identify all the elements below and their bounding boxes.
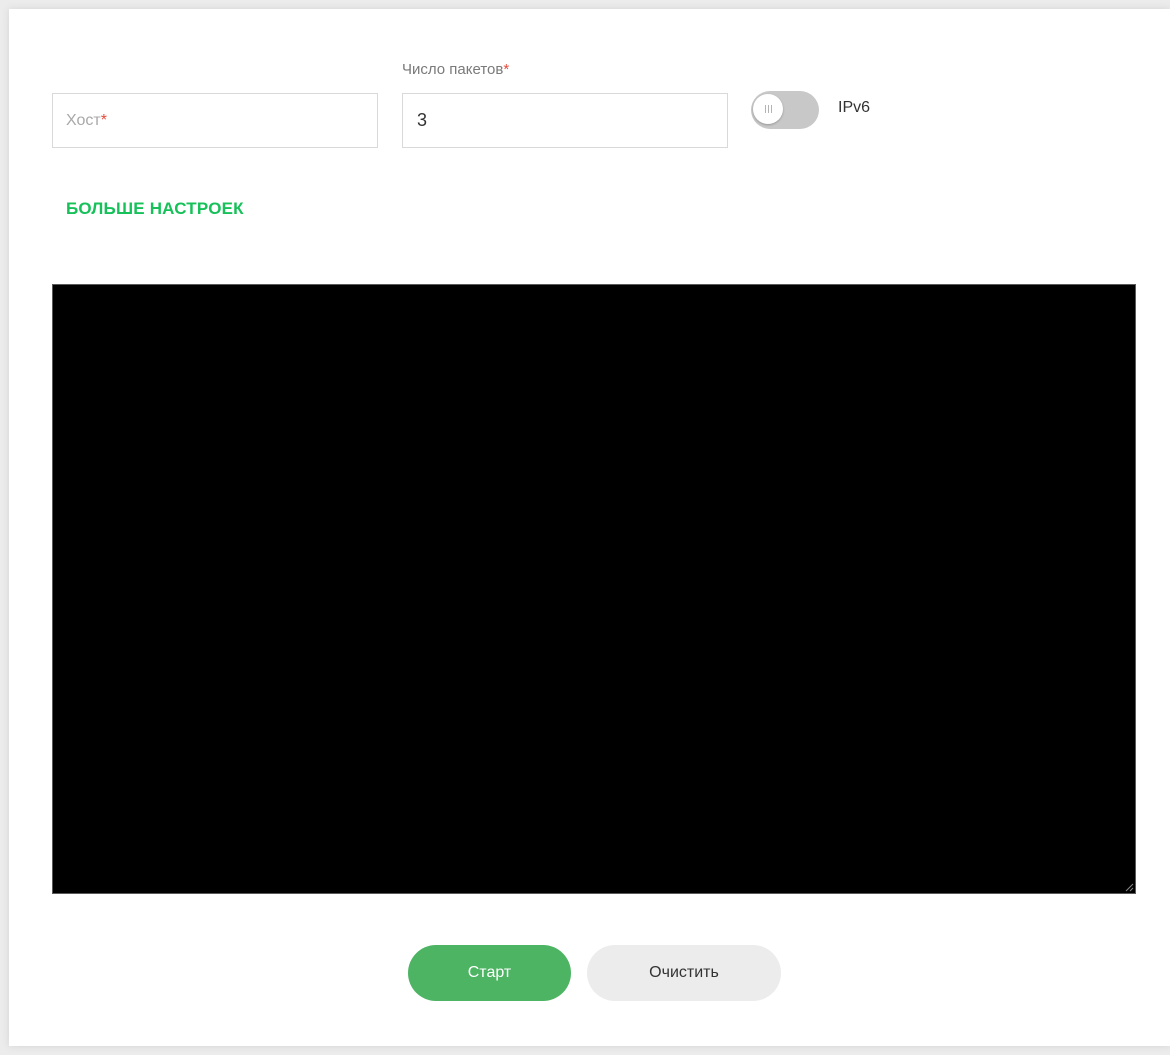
clear-button[interactable]: Очистить [587,945,781,1001]
output-terminal[interactable] [52,284,1136,894]
ipv6-toggle[interactable] [751,91,819,129]
resize-grip-icon[interactable] [1124,882,1134,892]
toggle-grip-icon [753,94,783,124]
packets-field-label: Число пакетов* [402,61,509,78]
ping-tool-panel: Хост* Число пакетов* IPv6 БОЛЬШЕ НАСТРОЕ… [9,9,1170,1046]
ipv6-toggle-label: IPv6 [838,99,871,116]
host-field[interactable]: Хост * [52,93,378,148]
start-button[interactable]: Старт [408,945,571,1001]
more-settings-link[interactable]: БОЛЬШЕ НАСТРОЕК [66,199,244,219]
host-input[interactable] [52,93,378,148]
packets-required-mark: * [503,61,510,78]
packets-label-text: Число пакетов [402,61,504,78]
packets-input[interactable] [402,93,728,148]
